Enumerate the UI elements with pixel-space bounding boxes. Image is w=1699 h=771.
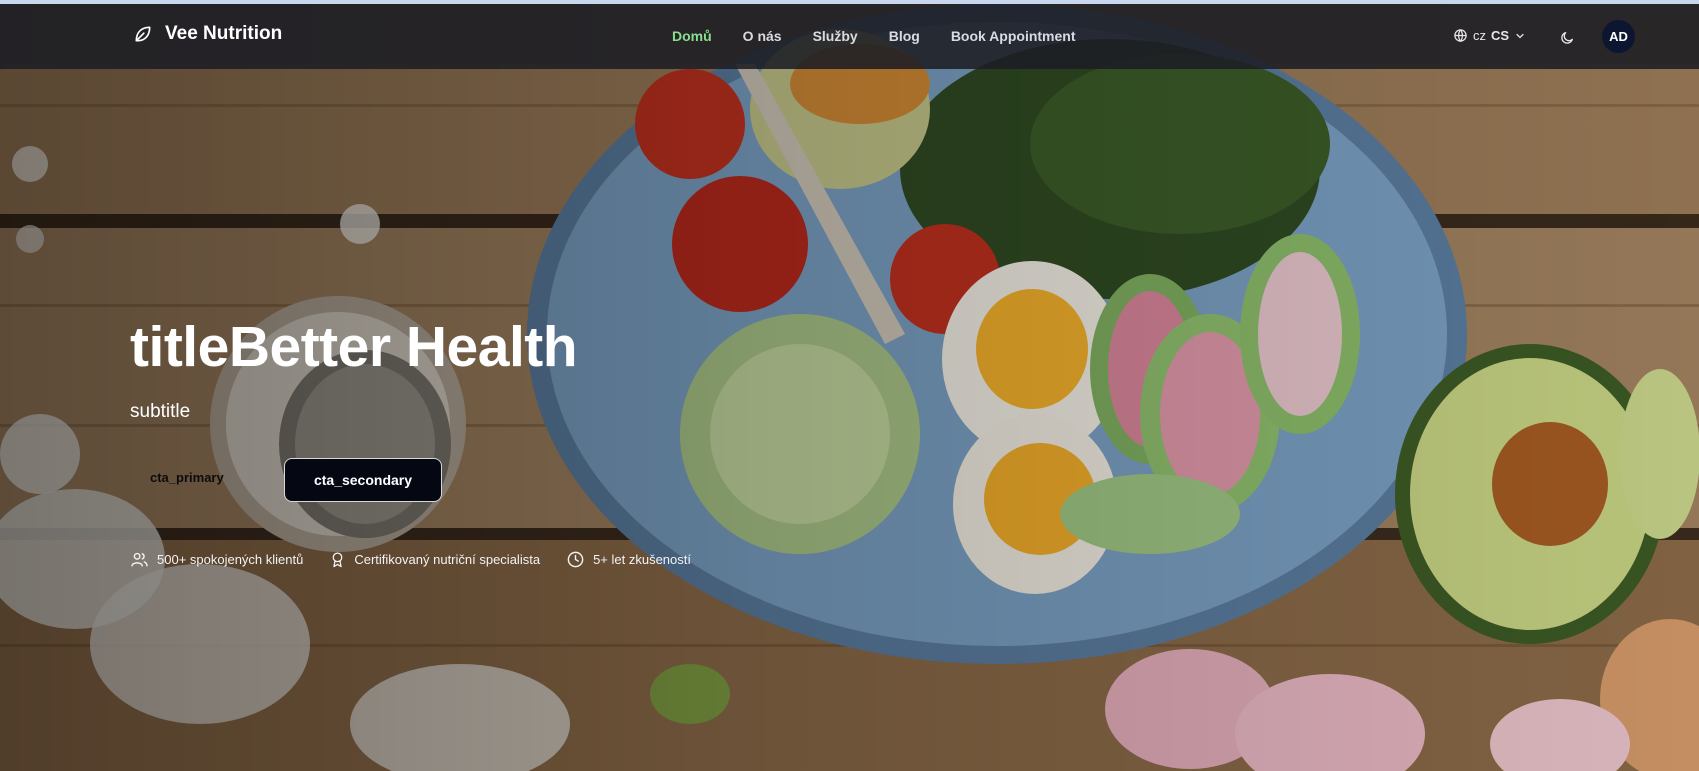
brand-name: Vee Nutrition (165, 23, 283, 44)
feature-certified-text: Certifikovaný nutriční specialista (354, 552, 541, 567)
cta-secondary-button[interactable]: cta_secondary (284, 458, 442, 502)
feature-experience-text: 5+ let zkušeností (593, 552, 691, 567)
nav-item-home[interactable]: Domů (672, 28, 712, 44)
users-icon (131, 552, 148, 567)
feature-clients: 500+ spokojených klientů (130, 550, 303, 569)
nav-item-book-appointment[interactable]: Book Appointment (951, 28, 1076, 44)
language-code: CS (1491, 28, 1510, 43)
hero-title: titleBetter Health (130, 315, 578, 379)
brand[interactable]: Vee Nutrition (133, 23, 282, 45)
feature-clients-text: 500+ spokojených klientů (157, 552, 304, 567)
language-flag: cz (1473, 28, 1486, 43)
language-selector[interactable]: cz CS (1453, 28, 1526, 43)
nav-item-blog[interactable]: Blog (889, 28, 920, 44)
cta-primary-button[interactable]: cta_primary (150, 470, 224, 485)
award-icon (332, 552, 343, 568)
globe-icon (1454, 29, 1467, 43)
hero-background (0, 4, 1699, 771)
hero-subtitle: subtitle (130, 401, 191, 422)
moon-icon (1561, 31, 1573, 44)
chevron-down-icon (1516, 33, 1524, 38)
clock-icon (567, 551, 584, 568)
leaf-icon (135, 26, 151, 42)
feature-certified: Certifikovaný nutriční specialista (329, 550, 540, 569)
user-avatar[interactable]: AD (1602, 20, 1635, 53)
main-menu: Domů O nás Služby Blog Book Appointment (672, 28, 1107, 44)
nav-item-services[interactable]: Služby (813, 28, 858, 44)
hero-overlay (0, 4, 1699, 771)
theme-toggle-button[interactable] (1559, 30, 1575, 51)
nav-item-about[interactable]: O nás (743, 28, 782, 44)
navbar: Vee Nutrition Domů O nás Služby Blog Boo… (0, 4, 1699, 69)
feature-experience: 5+ let zkušeností (566, 550, 691, 569)
hero-features: 500+ spokojených klientů Certifikovaný n… (130, 550, 717, 569)
